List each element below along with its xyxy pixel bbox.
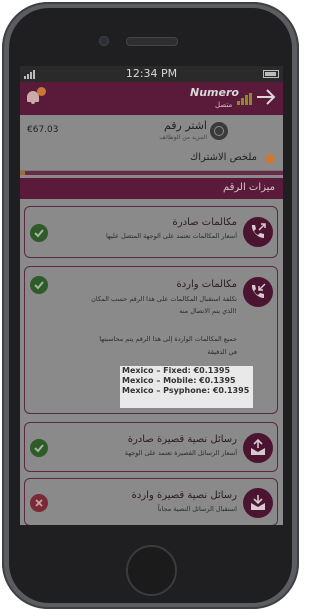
home-button[interactable] xyxy=(126,545,177,596)
notification-badge xyxy=(37,87,46,96)
feature-title: رسائل نصية قصيرة صادرة xyxy=(127,434,237,445)
feature-card-incoming-sms[interactable]: رسائل نصية قصيرة واردة استقبال الرسائل ا… xyxy=(24,478,278,525)
outgoing-sms-icon xyxy=(243,433,273,463)
coins-icon xyxy=(210,122,228,140)
feature-description: أسعار المكالمات تعتمد على الوجهة المتصل … xyxy=(105,232,237,240)
disabled-cross-icon xyxy=(30,494,48,512)
app-header: Numero متصل xyxy=(20,82,283,115)
status-time: 12:34 PM xyxy=(125,67,178,80)
app-logo: Numero xyxy=(190,86,239,99)
rate-line-fixed: Mexico – Fixed: €0.1395 xyxy=(122,366,231,375)
subscription-progress-fill xyxy=(20,171,26,175)
buy-number-title: اشتر رقم xyxy=(163,119,207,132)
enabled-check-icon xyxy=(30,224,48,242)
enabled-check-icon xyxy=(30,276,48,294)
account-bar[interactable]: €67.03 اشتر رقم المزيد من الوظائف xyxy=(20,115,283,149)
feature-card-outgoing-calls[interactable]: مكالمات صادرة أسعار المكالمات تعتمد على … xyxy=(24,206,278,258)
earpiece-speaker xyxy=(126,37,178,46)
subscription-summary-label: ملخص الاشتراك xyxy=(190,152,257,163)
subscription-progress xyxy=(20,171,283,175)
incoming-call-icon xyxy=(243,277,273,307)
battery-icon xyxy=(263,70,279,78)
feature-title: مكالمات صادرة xyxy=(172,217,237,228)
phone-screen: 12:34 PM Numero متصل €67.03 اشتر رقم الم… xyxy=(20,66,283,525)
section-header: ميزات الرقم xyxy=(20,178,283,199)
feature-title: رسائل نصية قصيرة واردة xyxy=(131,490,237,501)
connection-status: متصل xyxy=(215,101,233,109)
front-camera xyxy=(99,36,109,46)
subscription-summary-row[interactable]: ملخص الاشتراك xyxy=(20,148,283,171)
incoming-sms-icon xyxy=(243,488,273,518)
feature-description-line: جميع المكالمات الواردة إلى هذا الرقم يتم… xyxy=(99,335,237,343)
enabled-check-icon xyxy=(30,439,48,457)
feature-title: مكالمات واردة xyxy=(176,279,237,290)
forward-arrow-icon[interactable] xyxy=(255,86,277,108)
feature-description: استقبال الرسائل النصية مجاناً xyxy=(157,505,237,513)
section-title: ميزات الرقم xyxy=(222,182,275,193)
feature-description-line: الذي يتم الاتصال منه! xyxy=(179,307,237,315)
summary-indicator-icon xyxy=(265,154,275,164)
buy-number-subtitle: المزيد من الوظائف xyxy=(159,134,207,141)
balance-amount: €67.03 xyxy=(27,125,59,135)
status-bar: 12:34 PM xyxy=(20,66,283,82)
outgoing-call-icon xyxy=(243,217,273,247)
feature-description: أسعار الرسائل القصيرة تعتمد على الوجهة xyxy=(124,449,237,457)
feature-description-line: تكلفة استقبال المكالمات على هذا الرقم حس… xyxy=(91,295,237,303)
signal-strength-icon xyxy=(237,93,253,105)
rate-line-psyphone: Mexico – Psyphone: €0.1395 xyxy=(122,386,250,395)
rates-tooltip: Mexico – Fixed: €0.1395 Mexico – Mobile:… xyxy=(120,366,253,408)
rate-line-mobile: Mexico – Mobile: €0.1395 xyxy=(122,376,236,385)
feature-description-line: في الدقيقة xyxy=(207,348,237,356)
feature-card-outgoing-sms[interactable]: رسائل نصية قصيرة صادرة أسعار الرسائل الق… xyxy=(24,422,278,472)
